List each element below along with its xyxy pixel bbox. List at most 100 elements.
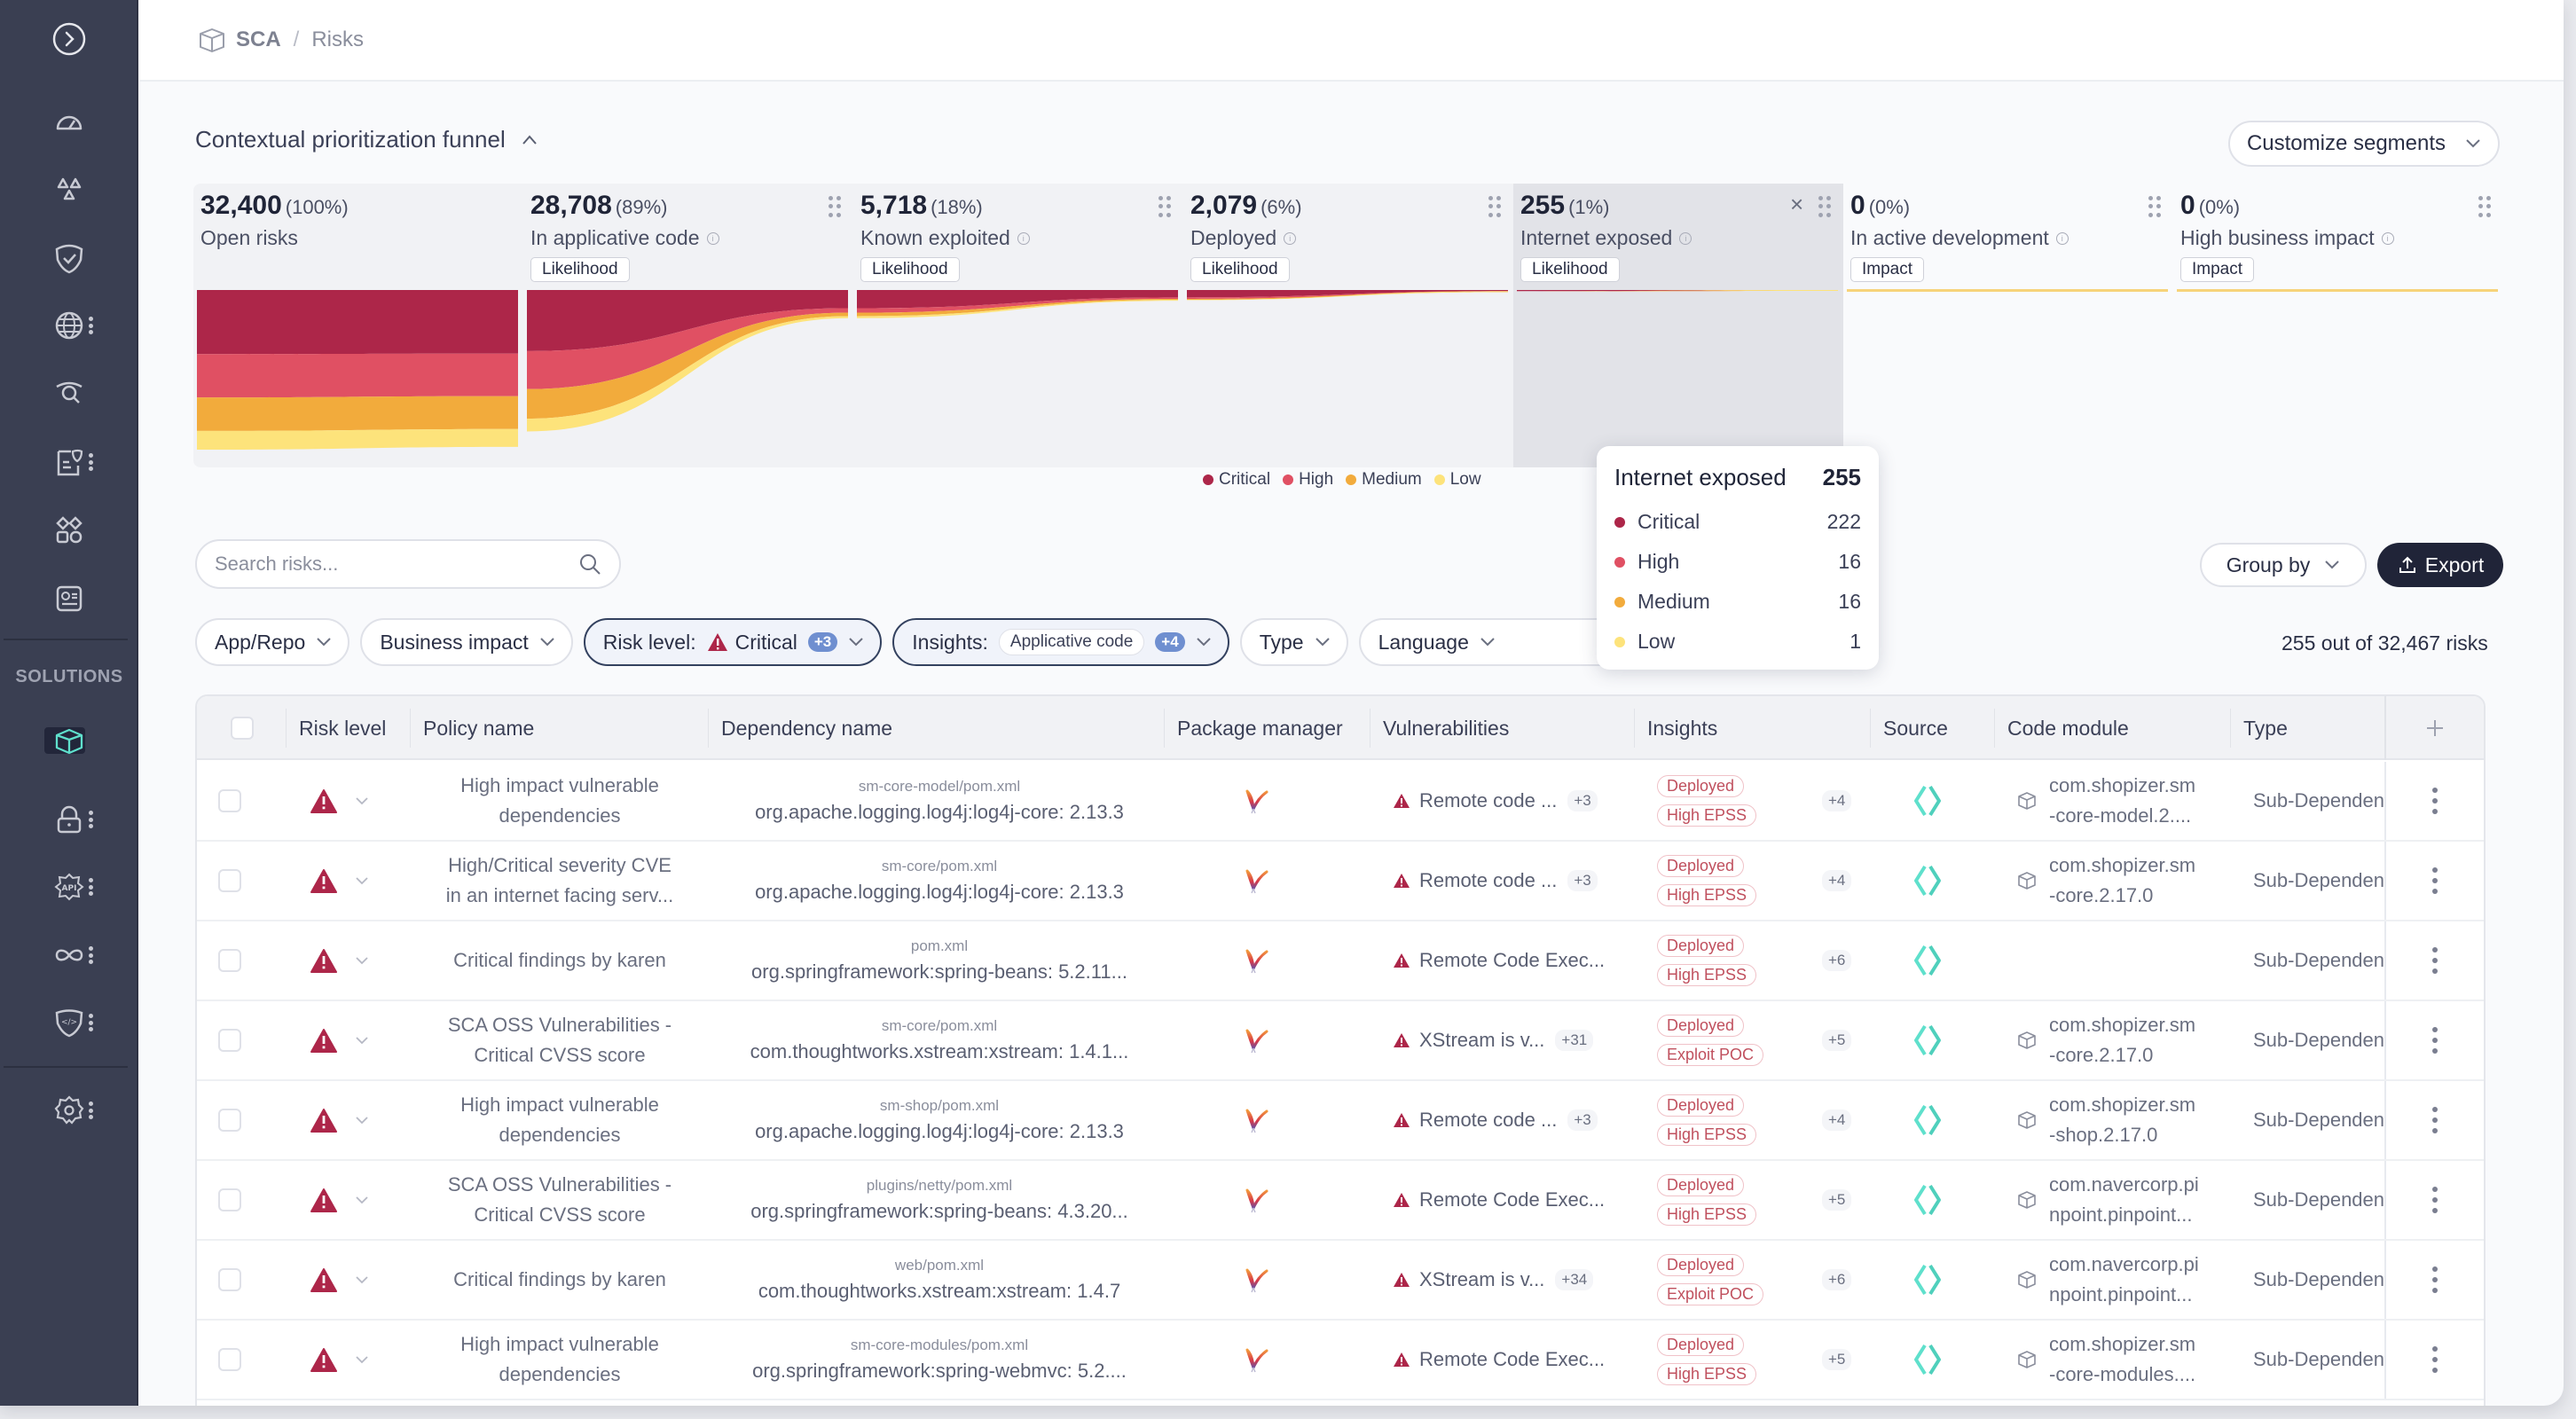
funnel-segment-open-risks[interactable]: 32,400 (100%) Open risks bbox=[193, 184, 523, 317]
funnel-segment-deployed[interactable]: 2,079 (6%) Deployed i Likelihood bbox=[1183, 184, 1513, 317]
row-checkbox[interactable] bbox=[218, 1109, 241, 1132]
chevron-down-icon[interactable] bbox=[355, 1275, 369, 1284]
vulnerabilities-cell[interactable]: Remote Code Exec... bbox=[1393, 921, 1605, 1000]
vulnerabilities-cell[interactable]: Remote code ... +3 bbox=[1393, 1081, 1598, 1159]
code-module-cell[interactable]: com.shopizer.sm -core-model.2.... bbox=[2017, 762, 2195, 840]
row-checkbox[interactable] bbox=[218, 1268, 241, 1291]
chevron-down-icon[interactable] bbox=[355, 1116, 369, 1125]
vulnerability-more-count[interactable]: +31 bbox=[1555, 1030, 1594, 1051]
code-module-cell[interactable]: com.shopizer.sm -core.2.17.0 bbox=[2017, 1001, 2195, 1079]
dependency-cell[interactable]: sm-core-model/pom.xml org.apache.logging.… bbox=[731, 762, 1148, 840]
insights-cell[interactable]: Deployed High EPSS bbox=[1657, 762, 1757, 840]
chevron-down-icon[interactable] bbox=[355, 876, 369, 885]
more-vertical-icon[interactable] bbox=[2432, 1346, 2438, 1373]
sidebar-item-cicd[interactable] bbox=[0, 929, 138, 982]
drag-handle-icon[interactable] bbox=[829, 196, 841, 217]
row-checkbox[interactable] bbox=[218, 1029, 241, 1052]
risk-level-cell[interactable] bbox=[310, 1321, 369, 1399]
code-module-cell[interactable]: com.navercorp.pi npoint.pinpoint... bbox=[2017, 1161, 2199, 1239]
column-header-insights[interactable]: Insights bbox=[1634, 709, 1717, 748]
insight-more-count[interactable]: +4 bbox=[1822, 870, 1852, 891]
table-row[interactable]: High/Critical severity CVE in an internet… bbox=[197, 842, 2484, 921]
policy-name-cell[interactable]: Critical findings by karen bbox=[422, 1241, 697, 1319]
sidebar-item-policies[interactable] bbox=[0, 231, 138, 285]
filter-risk-level[interactable]: Risk level: Critical +3 bbox=[583, 618, 883, 666]
dependency-cell[interactable]: sm-core/pom.xml com.thoughtworks.xstream:… bbox=[731, 1001, 1148, 1079]
row-checkbox[interactable] bbox=[218, 1348, 241, 1371]
funnel-title[interactable]: Contextual prioritization funnel bbox=[195, 126, 539, 153]
info-icon[interactable]: i bbox=[1017, 231, 1030, 245]
more-vertical-icon[interactable] bbox=[2432, 1027, 2438, 1054]
column-header-vulnerabilities[interactable]: Vulnerabilities bbox=[1370, 709, 1509, 748]
search-icon[interactable] bbox=[578, 553, 601, 576]
funnel-segment-known-exploited[interactable]: 5,718 (18%) Known exploited i Likelihood bbox=[853, 184, 1183, 317]
info-icon[interactable]: i bbox=[2381, 231, 2394, 245]
dependency-cell[interactable]: web/pom.xml com.thoughtworks.xstream:xstr… bbox=[731, 1241, 1148, 1319]
funnel-band-high[interactable] bbox=[197, 353, 518, 398]
funnel-segment-high-business-impact[interactable]: 0 (0%) High business impact i Impact bbox=[2173, 184, 2503, 317]
code-module-cell[interactable]: com.shopizer.sm -shop.2.17.0 bbox=[2017, 1081, 2195, 1159]
row-checkbox[interactable] bbox=[218, 789, 241, 812]
sidebar-item-settings[interactable] bbox=[0, 1084, 138, 1137]
insights-cell[interactable]: Deployed Exploit POC bbox=[1657, 1001, 1764, 1079]
row-checkbox[interactable] bbox=[218, 1188, 241, 1211]
code-module-cell[interactable]: com.shopizer.sm -core-modules.... bbox=[2017, 1321, 2195, 1399]
customize-segments-button[interactable]: Customize segments bbox=[2228, 121, 2500, 167]
funnel-segment-in-active-development[interactable]: 0 (0%) In active development i Impact bbox=[1843, 184, 2173, 317]
vulnerability-more-count[interactable]: +3 bbox=[1567, 790, 1598, 811]
sidebar-item-secrets[interactable] bbox=[0, 793, 138, 846]
filter-insights[interactable]: Insights: Applicative code +4 bbox=[892, 618, 1229, 666]
filter-language[interactable]: Language bbox=[1358, 618, 1625, 666]
table-row[interactable]: Critical findings by karen web/pom.xml com… bbox=[197, 1241, 2484, 1321]
vulnerability-more-count[interactable]: +34 bbox=[1555, 1269, 1594, 1290]
column-header-policy-name[interactable]: Policy name bbox=[410, 709, 534, 748]
insight-more-count[interactable]: +6 bbox=[1822, 950, 1852, 971]
vulnerabilities-cell[interactable]: XStream is v... +34 bbox=[1393, 1241, 1594, 1319]
drag-handle-icon[interactable] bbox=[1488, 196, 1501, 217]
column-header-risk-level[interactable]: Risk level bbox=[286, 709, 386, 748]
dependency-cell[interactable]: sm-core/pom.xml org.apache.logging.log4j:… bbox=[731, 842, 1148, 920]
dependency-cell[interactable]: sm-shop/pom.xml org.apache.logging.log4j:… bbox=[731, 1081, 1148, 1159]
more-vertical-icon[interactable] bbox=[2432, 867, 2438, 894]
risk-level-cell[interactable] bbox=[310, 1081, 369, 1159]
vulnerabilities-cell[interactable]: Remote Code Exec... bbox=[1393, 1161, 1605, 1239]
insight-more-count[interactable]: +4 bbox=[1822, 1109, 1852, 1131]
sidebar-item-dashboard[interactable] bbox=[0, 95, 138, 148]
chevron-down-icon[interactable] bbox=[355, 1196, 369, 1204]
group-by-dropdown[interactable]: Group by bbox=[2200, 543, 2367, 587]
sidebar-item-api[interactable]: API bbox=[0, 860, 138, 913]
table-row[interactable]: High impact vulnerable dependencies sm-cor… bbox=[197, 1321, 2484, 1400]
dependency-cell[interactable]: pom.xml org.springframework:spring-beans:… bbox=[731, 921, 1148, 1000]
chevron-down-icon[interactable] bbox=[355, 796, 369, 805]
code-module-cell[interactable]: com.navercorp.pi npoint.pinpoint... bbox=[2017, 1241, 2199, 1319]
risk-level-cell[interactable] bbox=[310, 1001, 369, 1079]
drag-handle-icon[interactable] bbox=[2478, 196, 2491, 217]
drag-handle-icon[interactable] bbox=[2148, 196, 2161, 217]
info-icon[interactable]: i bbox=[1284, 231, 1297, 245]
policy-name-cell[interactable]: High impact vulnerable dependencies bbox=[422, 1321, 697, 1399]
search-box[interactable] bbox=[195, 539, 621, 589]
insights-cell[interactable]: Deployed Exploit POC bbox=[1657, 1241, 1764, 1319]
sidebar-toggle-button[interactable] bbox=[0, 12, 138, 66]
more-vertical-icon[interactable] bbox=[2432, 788, 2438, 814]
breadcrumb-root[interactable]: SCA bbox=[236, 27, 281, 52]
insight-more-count[interactable]: +4 bbox=[1822, 790, 1852, 811]
policy-name-cell[interactable]: SCA OSS Vulnerabilities - Critical CVSS s… bbox=[422, 1161, 697, 1239]
chevron-down-icon[interactable] bbox=[355, 1355, 369, 1364]
vulnerabilities-cell[interactable]: Remote code ... +3 bbox=[1393, 762, 1598, 840]
vulnerabilities-cell[interactable]: XStream is v... +31 bbox=[1393, 1001, 1594, 1079]
sidebar-item-code[interactable]: </> bbox=[0, 996, 138, 1049]
more-vertical-icon[interactable] bbox=[2432, 1107, 2438, 1133]
export-button[interactable]: Export bbox=[2377, 543, 2503, 587]
funnel-segment-in-applicative-code[interactable]: 28,708 (89%) In applicative code i Likelih… bbox=[523, 184, 853, 317]
row-checkbox[interactable] bbox=[218, 949, 241, 972]
search-input[interactable] bbox=[215, 553, 552, 576]
risk-level-cell[interactable] bbox=[310, 762, 369, 840]
risk-level-cell[interactable] bbox=[310, 1241, 369, 1319]
policy-name-cell[interactable]: SCA OSS Vulnerabilities - Critical CVSS s… bbox=[422, 1001, 697, 1079]
risk-level-cell[interactable] bbox=[310, 1161, 369, 1239]
more-vertical-icon[interactable] bbox=[2432, 947, 2438, 974]
vulnerability-more-count[interactable]: +3 bbox=[1567, 870, 1598, 891]
insight-more-count[interactable]: +5 bbox=[1822, 1189, 1852, 1211]
chevron-up-icon[interactable] bbox=[520, 130, 539, 150]
